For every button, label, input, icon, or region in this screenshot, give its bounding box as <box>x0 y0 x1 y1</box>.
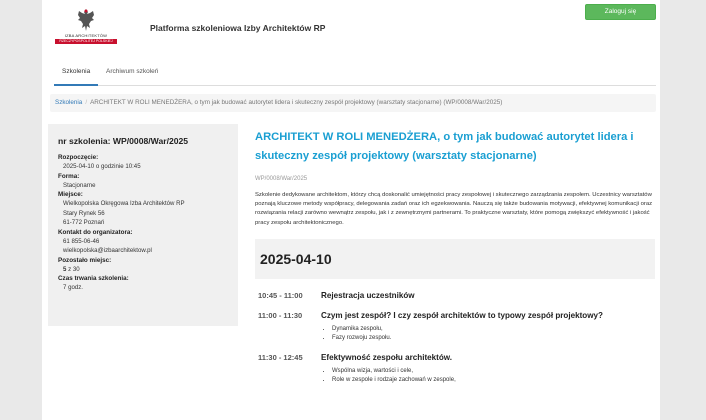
logo[interactable]: IZBA ARCHITEKTÓW RZECZYPOSPOLITEJ POLSKI… <box>54 8 118 48</box>
training-number: nr szkolenia: WP/0008/War/2025 <box>58 136 189 146</box>
place-label: Miejsce: <box>58 191 83 198</box>
schedule-title: Rejestracja uczestników <box>321 290 415 300</box>
breadcrumb-link-szkolenia[interactable]: Szkolenia <box>55 99 82 106</box>
form-label: Forma: <box>58 172 80 180</box>
training-info-panel: nr szkolenia: WP/0008/War/2025 Rozpoczęc… <box>48 124 238 326</box>
tab-archiwum[interactable]: Archiwum szkoleń <box>98 62 166 86</box>
duration-value: 7 godz. <box>63 284 83 291</box>
start-value: 2025-04-10 o godzinie 10:45 <box>63 163 141 170</box>
seats-total: z 30 <box>68 265 80 273</box>
training-title: ARCHITEKT W ROLI MENEDŻERA, o tym jak bu… <box>255 131 634 162</box>
schedule-time: 11:00 - 11:30 <box>258 310 303 320</box>
place-city: 61-772 Poznań <box>63 219 105 226</box>
contact-phone: 61 855-06-46 <box>63 237 100 245</box>
schedule-date-header: 2025-04-10 <box>255 238 655 279</box>
schedule-time: 11:30 - 12:45 <box>258 352 303 362</box>
logo-subtext: RZECZYPOSPOLITEJ POLSKIEJ <box>55 39 117 44</box>
place-street: Stary Rynek 56 <box>63 209 105 217</box>
contact-email[interactable]: wielkopolska@izbaarchitektow.pl <box>58 246 229 256</box>
page: IZBA ARCHITEKTÓW RZECZYPOSPOLITEJ POLSKI… <box>42 0 660 420</box>
duration-label: Czas trwania szkolenia: <box>58 275 129 282</box>
header: IZBA ARCHITEKTÓW RZECZYPOSPOLITEJ POLSKI… <box>42 0 660 58</box>
eagle-emblem-icon <box>78 9 94 31</box>
schedule-date: 2025-04-10 <box>260 250 332 267</box>
schedule-item: 11:00 - 11:30 Czym jest zespół? I czy ze… <box>255 311 657 320</box>
schedule-bullet: Dynamika zespołu, <box>332 325 657 335</box>
logo-text: IZBA ARCHITEKTÓW <box>64 33 108 38</box>
seats-available: 5 <box>63 265 67 273</box>
schedule-bullets: Wspólna wizja, wartości i cele, Role w z… <box>321 367 657 386</box>
schedule-bullet: Role w zespole i rodzaje zachowań w zesp… <box>332 376 657 386</box>
schedule-title: Efektywność zespołu architektów. <box>321 352 453 362</box>
schedule-time: 10:45 - 11:00 <box>258 290 303 300</box>
tab-szkolenia[interactable]: Szkolenia <box>54 62 99 86</box>
seats-label: Pozostało miejsc: <box>58 256 112 264</box>
schedule-bullet: Wspólna wizja, wartości i cele, <box>332 367 657 377</box>
training-description: Szkolenie dedykowane architektom, którzy… <box>255 192 653 226</box>
form-value: Stacjonarne <box>63 181 96 189</box>
training-code: WP/0008/War/2025 <box>255 176 308 182</box>
breadcrumb: Szkolenia / ARCHITEKT W ROLI MENEDŻERA, o … <box>50 94 656 112</box>
schedule: 10:45 - 11:00 Rejestracja uczestników 11… <box>255 291 657 386</box>
schedule-item: 11:30 - 12:45 Efektywność zespołu archit… <box>255 353 657 362</box>
seats-value: 5 z 30 <box>58 265 229 275</box>
schedule-item: 10:45 - 11:00 Rejestracja uczestników <box>255 291 657 300</box>
nav-tabs: Szkolenia Archiwum szkoleń <box>54 62 656 86</box>
breadcrumb-current: ARCHITEKT W ROLI MENEDŻERA, o tym jak bu… <box>90 99 503 106</box>
schedule-bullet: Fazy rozwoju zespołu. <box>332 334 657 344</box>
schedule-bullets: Dynamika zespołu, Fazy rozwoju zespołu. <box>321 325 657 344</box>
login-button[interactable]: Zaloguj się <box>585 4 656 20</box>
training-details: ARCHITEKT W ROLI MENEDŻERA, o tym jak bu… <box>255 128 657 386</box>
place-name: Wielkopolska Okręgowa Izba Architektów R… <box>63 200 185 207</box>
contact-label: Kontakt do organizatora: <box>58 228 133 236</box>
schedule-title: Czym jest zespół? I czy zespół architekt… <box>321 310 603 320</box>
start-label: Rozpoczęcie: <box>58 154 99 161</box>
site-title: Platforma szkoleniowa Izby Architektów R… <box>150 23 326 33</box>
breadcrumb-separator: / <box>85 99 88 106</box>
